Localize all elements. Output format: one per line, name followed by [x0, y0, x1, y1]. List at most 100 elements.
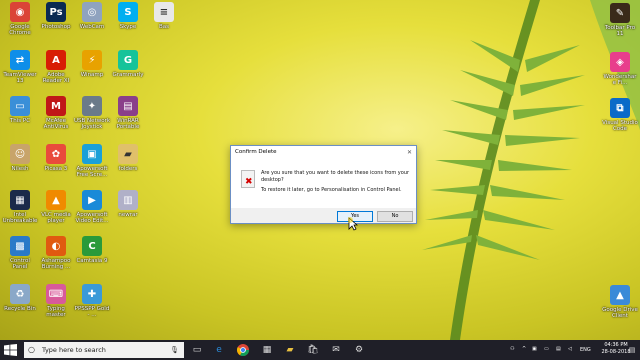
dialog-titlebar[interactable]: Confirm Delete ✕ — [231, 146, 416, 159]
desktop-icon[interactable]: ▲ VLC media player — [38, 190, 74, 234]
mouse-cursor-icon — [348, 217, 358, 231]
desktop-icon-label: Wondershare Fi... — [603, 74, 637, 86]
desktop-icon-label: Ashampoo Burning ... — [41, 258, 71, 270]
microphone-icon[interactable]: 🎙 — [170, 345, 179, 355]
desktop-icon[interactable]: ▶ Apowersoft Video Edit... — [74, 190, 110, 234]
settings-gear-icon[interactable]: ⚙ — [352, 343, 366, 357]
dialog-title: Confirm Delete — [235, 149, 277, 155]
desktop-icon[interactable]: ☺ Nilesh — [2, 144, 38, 188]
desktop-icon[interactable]: ≡ Bas — [146, 2, 182, 46]
desktop-icon[interactable]: ◈ Wondershare Fi... — [602, 52, 638, 96]
vscode-icon: ⧉ — [610, 98, 630, 118]
tray-app-icon[interactable]: ▣ — [532, 346, 537, 352]
desktop-icon-label: Intel Unbreakable — [2, 212, 38, 224]
webcam-icon: ◎ — [82, 2, 102, 22]
desktop: ◉ Google Chrome Ps Photoshop ◎ WebCam S Skype ≡ B… — [0, 0, 640, 340]
desktop-icon[interactable]: ▦ Intel Unbreakable — [2, 190, 38, 234]
desktop-icon-label: Typing master — [46, 306, 66, 318]
desktop-icon[interactable]: S Skype — [110, 2, 146, 46]
mail-icon[interactable]: ✉ — [329, 343, 343, 357]
desktop-icon[interactable]: ▲ Google Drive Client — [602, 285, 638, 329]
desktop-icon-label: Camtasia 9 — [76, 258, 108, 264]
desktop-icon-label: TeamViewer 13 — [3, 72, 37, 84]
photo-viewer-icon[interactable]: ▦ — [260, 343, 274, 357]
desktop-icon-label: Bas — [158, 24, 169, 30]
edge-icon[interactable]: e — [212, 343, 226, 357]
desktop-icon-label: Skype — [119, 24, 137, 30]
desktop-icon[interactable]: ✚ PPSSPP Gold - ... — [74, 284, 110, 328]
desktop-icon[interactable]: A Adobe Reader XI — [38, 50, 74, 94]
adobe-reader-icon: A — [46, 50, 66, 70]
this-pc-icon: ▭ — [10, 96, 30, 116]
desktop-icon[interactable]: G Grammarly — [110, 50, 146, 94]
desktop-icon-label: Apowersoft Free Scre... — [76, 166, 108, 178]
chrome-taskbar-icon[interactable] — [236, 343, 250, 357]
desktop-icon-label: This PC — [9, 118, 31, 124]
recycle-bin-icon: ♻ — [10, 284, 30, 304]
wondershare-icon: ◈ — [610, 52, 630, 72]
notifications-icon[interactable]: ▤ — [626, 343, 638, 357]
desktop-icon[interactable]: Ps Photoshop — [38, 2, 74, 46]
camtasia-icon: C — [82, 236, 102, 256]
desktop-icon[interactable]: ✎ Toolbar Pro 11 — [602, 3, 638, 47]
joystick-icon: ✦ — [82, 96, 102, 116]
desktop-icon-label: Apowersoft Video Edit... — [75, 212, 109, 224]
file-explorer-icon[interactable]: ▰ — [283, 343, 297, 357]
desktop-icon[interactable]: ◐ Ashampoo Burning ... — [38, 236, 74, 280]
close-icon[interactable]: ✕ — [407, 146, 412, 159]
desktop-icon[interactable]: ◉ Google Chrome — [2, 2, 38, 46]
ashampoo-icon: ◐ — [46, 236, 66, 256]
desktop-icon[interactable]: ✦ USB Network Joystick — [74, 96, 110, 140]
desktop-icon[interactable]: ▭ This PC — [2, 96, 38, 140]
desktop-icon-label: McAfee AntiVirus — [43, 118, 69, 130]
dialog-body: ✖ Are you sure that you want to delete t… — [231, 160, 416, 208]
search-placeholder: Type here to search — [42, 346, 106, 354]
folder-icon: ▰ — [118, 144, 138, 164]
desktop-icon[interactable]: M McAfee AntiVirus — [38, 96, 74, 140]
desktop-icon[interactable]: ⌨ Typing master — [38, 284, 74, 328]
desktop-icon[interactable]: ◎ WebCam — [74, 2, 110, 46]
desktop-icon[interactable]: ▣ Apowersoft Free Scre... — [74, 144, 110, 188]
people-icon[interactable]: ⚇ — [510, 346, 514, 352]
taskbar-search-box[interactable]: ○ Type here to search 🎙 — [24, 342, 184, 358]
desktop-icon[interactable]: ✿ Picasa 3 — [38, 144, 74, 188]
language-indicator[interactable]: ENG — [580, 347, 591, 353]
store-icon[interactable]: 🛍 — [306, 343, 320, 357]
network-icon[interactable]: ▤ — [556, 346, 561, 352]
taskbar: ○ Type here to search 🎙 ▭ e ▦ ▰ 🛍 ✉ ⚙ ⚇ … — [0, 340, 640, 360]
desktop-icon[interactable]: ▰ folders — [110, 144, 146, 188]
tray-chevron-icon[interactable]: ^ — [522, 346, 526, 352]
desktop-icon-label: Control Panel — [10, 258, 30, 270]
desktop-icon[interactable]: ▩ Control Panel — [2, 236, 38, 280]
windows-start-icon[interactable] — [4, 344, 17, 356]
chrome-icon: ◉ — [10, 2, 30, 22]
desktop-icon[interactable]: ♻ Recycle Bin — [2, 284, 38, 328]
dialog-restore-note: To restore it later, go to Personalisati… — [261, 187, 402, 193]
desktop-icon-label: Grammarly — [112, 72, 144, 78]
desktop-icon-label: Toolbar Pro 11 — [604, 25, 636, 37]
teamviewer-icon: ⇄ — [10, 50, 30, 70]
volume-icon[interactable]: ◁ — [568, 346, 572, 352]
user-folder-icon: ☺ — [10, 144, 30, 164]
desktop-icon-label: PPSSPP Gold - ... — [74, 306, 110, 318]
desktop-icon[interactable]: ⧉ Visual Studio Code — [602, 98, 638, 142]
delete-icon: ✖ — [241, 170, 255, 188]
desktop-icon-label: Photoshop — [41, 24, 71, 30]
desktop-icon-label: USB Network Joystick — [74, 118, 111, 130]
toolbar-pro-icon: ✎ — [610, 3, 630, 23]
battery-icon[interactable]: ▭ — [544, 346, 549, 352]
desktop-icon[interactable]: ⚡ Winamp — [74, 50, 110, 94]
mcafee-icon: M — [46, 96, 66, 116]
desktop-icon[interactable]: ⇄ TeamViewer 13 — [2, 50, 38, 94]
ppsspp-icon: ✚ — [82, 284, 102, 304]
skype-icon: S — [118, 2, 138, 22]
typing-master-icon: ⌨ — [46, 284, 66, 304]
no-button[interactable]: No — [377, 211, 413, 222]
dialog-message: Are you sure that you want to delete the… — [261, 170, 410, 183]
file-icon: ≡ — [154, 2, 174, 22]
task-view-icon[interactable]: ▭ — [190, 343, 204, 357]
desktop-icon-label: VLC media player — [41, 212, 71, 224]
desktop-icon[interactable]: ▥ newrar — [110, 190, 146, 234]
desktop-icon[interactable]: C Camtasia 9 — [74, 236, 110, 280]
desktop-icon[interactable]: ▤ WinRAR Portable — [110, 96, 146, 140]
